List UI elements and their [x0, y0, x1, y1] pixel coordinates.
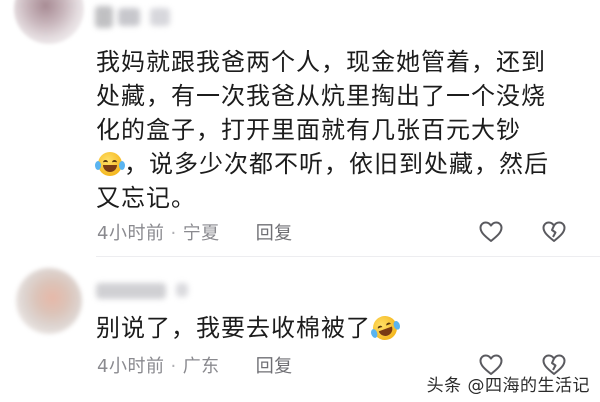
avatar[interactable] — [16, 268, 82, 334]
comment-time: 4小时前 — [97, 356, 165, 377]
like-heart-icon[interactable] — [478, 219, 504, 245]
comment-location: 广东 — [182, 356, 220, 377]
comment-time: 4小时前 — [97, 223, 165, 244]
meta-separator: · — [170, 356, 177, 377]
reply-button[interactable]: 回复 — [256, 352, 293, 378]
username-redacted — [150, 8, 170, 26]
reply-button[interactable]: 回复 — [256, 219, 293, 245]
comment-location: 宁夏 — [182, 223, 220, 244]
comment-text: 别说了，我要去收棉被了 — [96, 311, 566, 345]
avatar[interactable] — [14, 0, 84, 44]
username-redacted — [176, 283, 188, 297]
comment-text: 我妈就跟我爸两个人，现金她管着，还到 处藏，有一次我爸从炕里掏出了一个没烧 化的… — [95, 48, 549, 212]
username-redacted — [96, 283, 166, 299]
dislike-broken-heart-icon[interactable] — [541, 219, 567, 245]
meta-separator: · — [170, 223, 177, 244]
watermark: 头条 @四海的生活记 — [426, 376, 590, 396]
comment-divider — [96, 256, 600, 257]
username-redacted — [118, 8, 140, 26]
laughing-crying-emoji-icon — [95, 152, 125, 176]
rofl-emoji-icon — [369, 312, 402, 344]
comment-meta: 4小时前 · 广东 回复 — [97, 352, 293, 378]
comment-meta: 4小时前 · 宁夏 回复 — [97, 219, 293, 245]
username-redacted — [95, 6, 113, 28]
